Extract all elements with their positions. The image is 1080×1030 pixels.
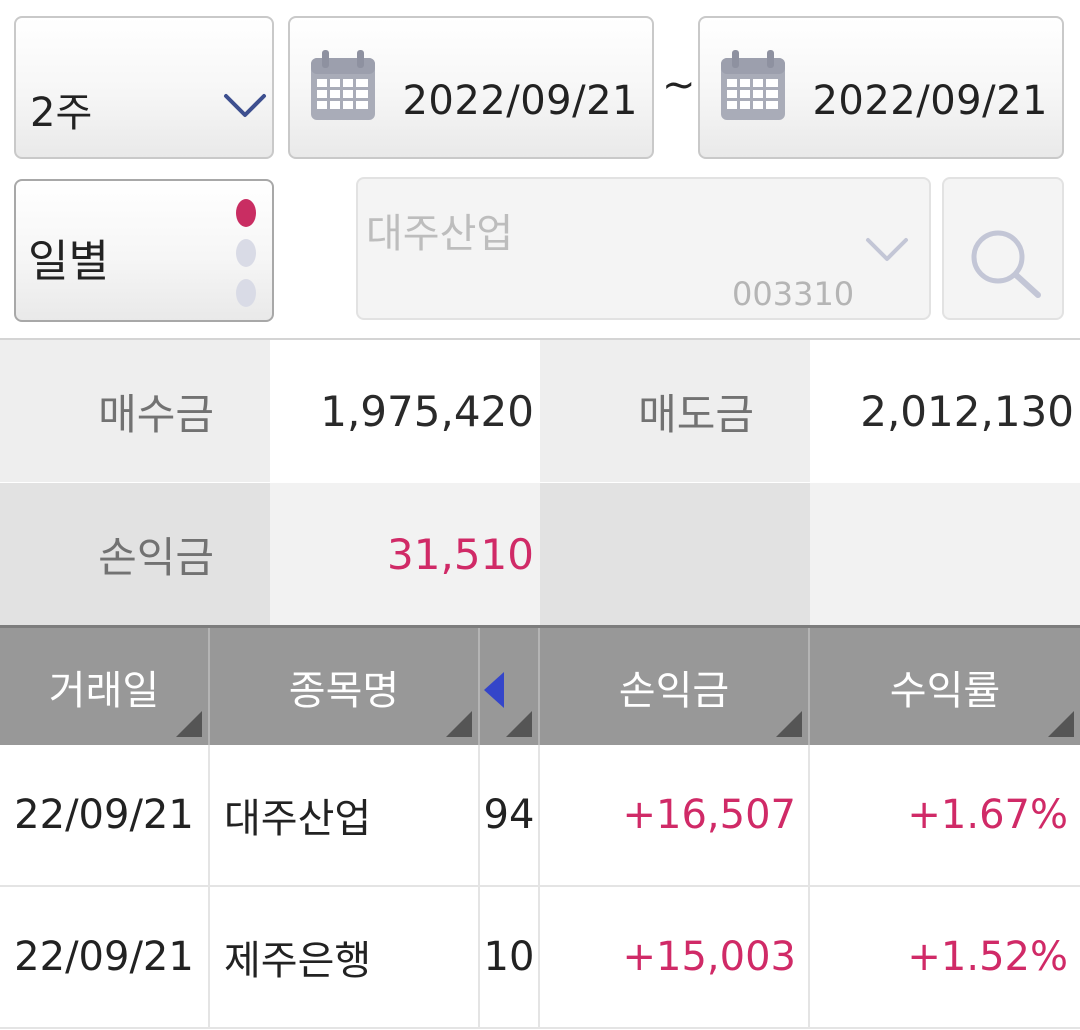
profit-amount: +16,507 (540, 745, 810, 885)
empty-cell (540, 483, 810, 625)
sort-corner-icon (176, 711, 202, 737)
stock-select[interactable]: 대주산업 003310 (356, 177, 931, 320)
sort-corner-icon (506, 711, 532, 737)
column-header-date[interactable]: 거래일 (0, 628, 210, 745)
empty-cell (810, 483, 1080, 625)
quantity: 10 (480, 887, 540, 1027)
date-separator: ~ (662, 62, 696, 108)
sort-corner-icon (446, 711, 472, 737)
stock-name: 대주산업 (366, 211, 514, 257)
sort-corner-icon (776, 711, 802, 737)
search-button[interactable] (942, 177, 1064, 320)
sell-amount-label: 매도금 (540, 340, 810, 482)
stock-name: 대주산업 (210, 745, 480, 885)
page-indicator-dot (236, 239, 256, 267)
column-header-label: 종목명 (288, 667, 400, 714)
search-icon (971, 230, 1041, 298)
page-indicator-dot-active (236, 199, 256, 227)
sort-corner-icon (1048, 711, 1074, 737)
buy-amount-label: 매수금 (0, 340, 270, 482)
chevron-down-icon (866, 238, 908, 261)
sell-amount-value: 2,012,130 (810, 340, 1080, 482)
profit-amount: +15,003 (540, 887, 810, 1027)
profit-label: 손익금 (0, 483, 270, 625)
chevron-down-icon (224, 94, 266, 117)
profit-value: 31,510 (270, 483, 540, 625)
buy-amount-value: 1,975,420 (270, 340, 540, 482)
table-row[interactable]: 22/09/21 제주은행 10 +15,003 +1.52% (0, 887, 1080, 1029)
column-header-label: 거래일 (48, 667, 160, 714)
date-from-text: 2022/09/21 (402, 78, 638, 124)
column-nav-button[interactable] (480, 628, 540, 745)
triangle-left-icon (484, 672, 504, 708)
table-row[interactable]: 22/09/21 대주산업 94 +16,507 +1.67% (0, 745, 1080, 887)
column-header-label: 손익금 (618, 667, 730, 714)
mode-label: 일별 (28, 236, 109, 287)
stock-name: 제주은행 (210, 887, 480, 1027)
summary-panel: 매수금 1,975,420 매도금 2,012,130 손익금 31,510 (0, 338, 1080, 625)
return-rate: +1.67% (907, 792, 1068, 838)
quantity: 94 (480, 745, 540, 885)
date-to-text: 2022/09/21 (812, 78, 1048, 124)
column-header-rate[interactable]: 수익률 (810, 628, 1080, 745)
mode-select[interactable]: 일별 (14, 179, 274, 322)
date-to-picker[interactable]: 2022/09/21 (698, 16, 1064, 159)
date-from-picker[interactable]: 2022/09/21 (288, 16, 654, 159)
column-header-profit[interactable]: 손익금 (540, 628, 810, 745)
calendar-icon (721, 50, 785, 120)
trade-date: 22/09/21 (0, 887, 210, 1027)
trade-date: 22/09/21 (0, 745, 210, 885)
stock-code: 003310 (732, 275, 855, 313)
table-header: 거래일 종목명 손익금 수익률 (0, 625, 1080, 745)
calendar-icon (311, 50, 375, 120)
column-header-label: 수익률 (889, 667, 1001, 714)
page-indicator-dot (236, 279, 256, 307)
return-rate: +1.52% (907, 934, 1068, 980)
column-header-name[interactable]: 종목명 (210, 628, 480, 745)
period-label: 2주 (30, 90, 93, 136)
period-select[interactable]: 2주 (14, 16, 274, 159)
